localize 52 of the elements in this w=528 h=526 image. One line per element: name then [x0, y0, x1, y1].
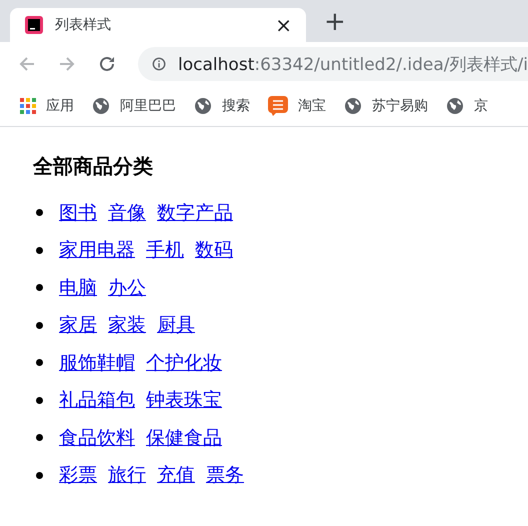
bullet-icon [36, 209, 43, 216]
app-logo-icon [25, 16, 43, 34]
forward-icon[interactable] [58, 55, 76, 73]
category-link[interactable]: 厨具 [157, 312, 195, 338]
close-tab-button[interactable]: × [275, 15, 292, 35]
bookmark-item[interactable]: 阿里巴巴 [92, 97, 176, 115]
category-link[interactable]: 票务 [206, 462, 244, 488]
globe-icon [92, 97, 110, 115]
bullet-icon [36, 246, 43, 254]
category-link[interactable]: 家装 [108, 312, 146, 338]
bullet-icon [36, 284, 43, 292]
category-link[interactable]: 食品饮料 [59, 424, 135, 451]
address-bar[interactable]: localhost:63342/untitled2/.idea/列表样式/i [138, 47, 528, 81]
category-link[interactable]: 电脑 [59, 274, 97, 301]
bullet-icon [36, 434, 43, 442]
category-link[interactable]: 保健食品 [146, 424, 222, 451]
bookmark-item[interactable]: 苏宁易购 [344, 97, 428, 115]
bullet-icon [36, 396, 43, 404]
category-link[interactable]: 音像 [108, 200, 146, 226]
category-link[interactable]: 礼品箱包 [59, 387, 135, 414]
info-icon [152, 56, 166, 72]
globe-icon [194, 97, 212, 115]
category-link[interactable]: 家用电器 [59, 237, 135, 264]
back-icon[interactable] [18, 55, 36, 73]
url-text: localhost:63342/untitled2/.idea/列表样式/i [178, 54, 528, 76]
category-link[interactable]: 服饰鞋帽 [59, 350, 135, 376]
bookmark-item[interactable]: 应用 [20, 97, 74, 115]
bookmark-item[interactable]: 淘宝 [268, 96, 326, 116]
category-link[interactable]: 充值 [157, 462, 195, 488]
apps-grid-icon [20, 98, 36, 114]
bullet-icon [36, 472, 43, 479]
bullet-icon [36, 322, 43, 329]
category-link[interactable]: 旅行 [108, 462, 146, 488]
globe-icon [446, 97, 464, 115]
bookmark-item[interactable]: 搜索 [194, 97, 250, 115]
bullet-icon [36, 359, 43, 366]
category-link[interactable]: 家居 [59, 312, 97, 338]
reload-icon[interactable] [98, 55, 116, 73]
category-link[interactable]: 手机 [146, 237, 184, 264]
globe-icon [344, 97, 362, 115]
browser-tab[interactable]: 列表样式 × [10, 8, 306, 42]
category-link[interactable]: 钟表珠宝 [146, 387, 222, 414]
category-link[interactable]: 个护化妆 [146, 350, 222, 376]
category-link[interactable]: 办公 [108, 274, 146, 301]
category-link[interactable]: 数字产品 [157, 200, 233, 226]
category-link[interactable]: 数码 [195, 237, 233, 264]
bookmark-item[interactable]: 京 [446, 97, 488, 115]
page-heading: 全部商品分类 [33, 153, 154, 180]
new-tab-button[interactable]: + [324, 8, 346, 36]
category-link[interactable]: 彩票 [59, 462, 97, 488]
category-link[interactable]: 图书 [59, 200, 97, 226]
tab-title: 列表样式 [55, 16, 112, 34]
